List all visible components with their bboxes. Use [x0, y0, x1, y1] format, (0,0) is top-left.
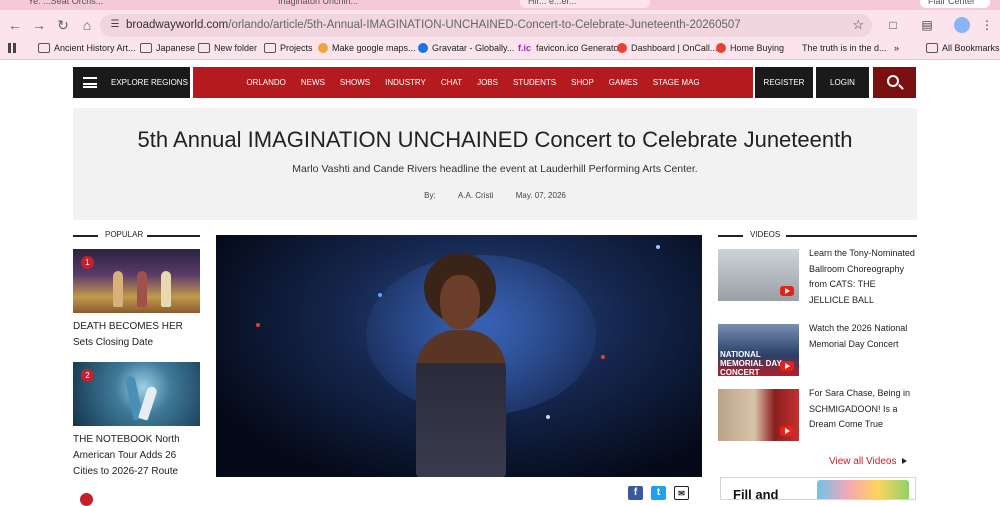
login-button[interactable]: LOGIN	[816, 67, 869, 98]
article-subtitle: Marlo Vashti and Cande Rivers headline t…	[292, 163, 698, 175]
article-header: 5th Annual IMAGINATION UNCHAINED Concert…	[73, 108, 917, 220]
rank-badge: 2	[81, 369, 94, 382]
byline-label: By:	[424, 191, 436, 200]
more-menu-icon[interactable]: ⋮	[978, 17, 996, 33]
ad-artwork	[817, 480, 909, 499]
videos-heading: VIDEOS	[718, 230, 917, 242]
browser-tab[interactable]: Ihaginaton Unchin...	[270, 0, 390, 8]
ad-headline: Fill and	[733, 487, 779, 500]
bookmarks-bar: Ancient History Art... Japanese New fold…	[0, 40, 1000, 60]
bookmark-folder[interactable]: Projects	[264, 43, 313, 53]
youtube-play-icon	[780, 286, 794, 296]
performer-figure	[416, 330, 506, 477]
menu-item-industry[interactable]: INDUSTRY	[385, 78, 426, 87]
video-thumbnail[interactable]	[718, 389, 799, 441]
bookmark-link[interactable]: Dashboard | OnCall...	[617, 43, 717, 53]
advertisement[interactable]: Fill and	[720, 477, 916, 500]
youtube-play-icon	[780, 361, 794, 371]
popular-headline[interactable]: DEATH BECOMES HER Sets Closing Date	[73, 319, 203, 351]
profile-avatar[interactable]	[954, 17, 970, 33]
bookmark-link[interactable]: Home Buying	[716, 43, 784, 53]
url-text: broadwayworld.com/orlando/article/5th-An…	[126, 19, 741, 31]
search-icon	[887, 75, 899, 87]
video-title[interactable]: For Sara Chase, Being in SCHMIGADOON! Is…	[809, 386, 917, 433]
bookmark-link[interactable]: The truth is in the d...	[802, 43, 887, 53]
view-all-videos-link[interactable]: View all Videos	[829, 456, 907, 467]
video-thumbnail[interactable]: NATIONAL MEMORIAL DAY CONCERT	[718, 324, 799, 377]
bookmarks-overflow-button[interactable]: »	[894, 43, 899, 53]
forward-icon[interactable]: →	[30, 16, 48, 34]
site-info-icon[interactable]: ☰	[108, 18, 122, 32]
twitter-share-icon[interactable]: t	[651, 486, 666, 500]
home-buying-favicon	[716, 43, 726, 53]
email-share-icon[interactable]: ✉	[674, 486, 689, 500]
bookmark-link[interactable]: Make google maps...	[318, 43, 416, 53]
hamburger-menu-icon	[83, 77, 97, 88]
menu-item-shop[interactable]: SHOP	[571, 78, 594, 87]
popular-thumbnail[interactable]: 2	[73, 362, 200, 426]
reading-list-icon[interactable]: ▤	[918, 17, 936, 33]
explore-regions-label: EXPLORE REGIONS	[111, 78, 188, 87]
bookmark-folder[interactable]: New folder	[198, 43, 257, 53]
maps-favicon	[318, 43, 328, 53]
browser-tab[interactable]: Ye. ...Seat Orchs...	[20, 0, 140, 8]
bookmark-star-icon[interactable]: ☆	[852, 17, 864, 33]
bookmark-link[interactable]: Gravatar - Globally...	[418, 43, 514, 53]
site-search-button[interactable]	[873, 67, 916, 98]
youtube-play-icon	[780, 426, 794, 436]
bookmark-folder[interactable]: Ancient History Art...	[38, 43, 136, 53]
extensions-icon[interactable]: □	[884, 17, 902, 33]
menu-item-news[interactable]: NEWS	[301, 78, 325, 87]
explore-regions-button[interactable]: EXPLORE REGIONS	[73, 67, 190, 98]
favicon-generator-favicon: f.ic	[518, 43, 532, 53]
video-title[interactable]: Watch the 2026 National Memorial Day Con…	[809, 321, 917, 352]
folder-icon	[198, 43, 210, 53]
video-thumbnail[interactable]	[718, 249, 799, 301]
folder-icon	[140, 43, 152, 53]
browser-tab-strip: Ye. ...Seat Orchs... Ihaginaton Unchin..…	[0, 0, 1000, 10]
menu-item-stage-mag[interactable]: STAGE MAG	[653, 78, 700, 87]
menu-item-jobs[interactable]: JOBS	[477, 78, 498, 87]
reload-icon[interactable]: ↻	[54, 16, 72, 34]
menu-item-orlando[interactable]: ORLANDO	[246, 78, 286, 87]
menu-item-students[interactable]: STUDENTS	[513, 78, 556, 87]
video-title[interactable]: Learn the Tony-Nominated Ballroom Choreo…	[809, 246, 917, 308]
folder-icon	[926, 43, 938, 53]
gravatar-favicon	[418, 43, 428, 53]
facebook-share-icon[interactable]: f	[628, 486, 643, 500]
apps-grid-icon[interactable]	[8, 43, 18, 53]
article-meta: By: A.A. Cristi May. 07, 2026	[73, 191, 917, 200]
browser-tab-active[interactable]: Hlr... e...er...	[520, 0, 650, 8]
register-button[interactable]: REGISTER	[755, 67, 813, 98]
author-link[interactable]: A.A. Cristi	[458, 191, 494, 200]
url-input[interactable]: ☰ broadwayworld.com/orlando/article/5th-…	[100, 14, 872, 37]
folder-icon	[38, 43, 50, 53]
popular-headline[interactable]: THE NOTEBOOK North American Tour Adds 26…	[73, 432, 203, 480]
main-menu: ORLANDO NEWS SHOWS INDUSTRY CHAT JOBS ST…	[193, 67, 753, 98]
bookmark-folder[interactable]: Japanese	[140, 43, 195, 53]
menu-item-games[interactable]: GAMES	[609, 78, 638, 87]
article-hero-image[interactable]	[216, 235, 702, 477]
rank-badge: 1	[81, 256, 94, 269]
popular-heading: POPULAR	[73, 230, 200, 242]
oncall-favicon	[617, 43, 627, 53]
folder-icon	[264, 43, 276, 53]
menu-item-chat[interactable]: CHAT	[441, 78, 462, 87]
address-bar-row: ← → ↻ ⌂ ☰ broadwayworld.com/orlando/arti…	[0, 10, 1000, 40]
article-title: 5th Annual IMAGINATION UNCHAINED Concert…	[137, 127, 853, 152]
browser-tab[interactable]: Flair Center	[920, 0, 990, 8]
all-bookmarks-folder[interactable]: All Bookmarks	[926, 43, 1000, 53]
home-icon[interactable]: ⌂	[78, 16, 96, 34]
bookmark-link[interactable]: f.ic favicon.ico Generator	[518, 43, 622, 53]
menu-item-shows[interactable]: SHOWS	[340, 78, 370, 87]
back-icon[interactable]: ←	[6, 16, 24, 34]
popular-thumbnail[interactable]: 1	[73, 249, 200, 313]
publish-date: May. 07, 2026	[515, 191, 566, 200]
